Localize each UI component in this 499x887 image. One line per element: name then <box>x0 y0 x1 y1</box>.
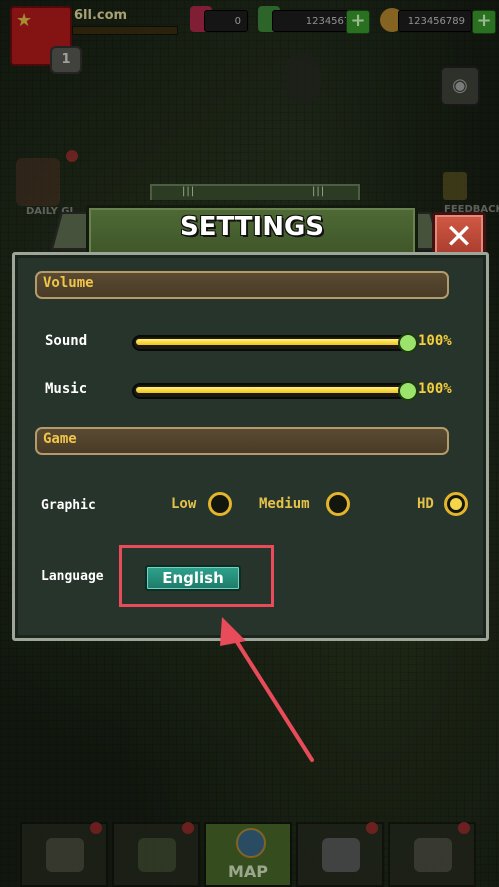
arrow-head <box>220 617 246 646</box>
arrow-shaft <box>230 632 314 762</box>
pointer-arrow <box>220 617 314 762</box>
